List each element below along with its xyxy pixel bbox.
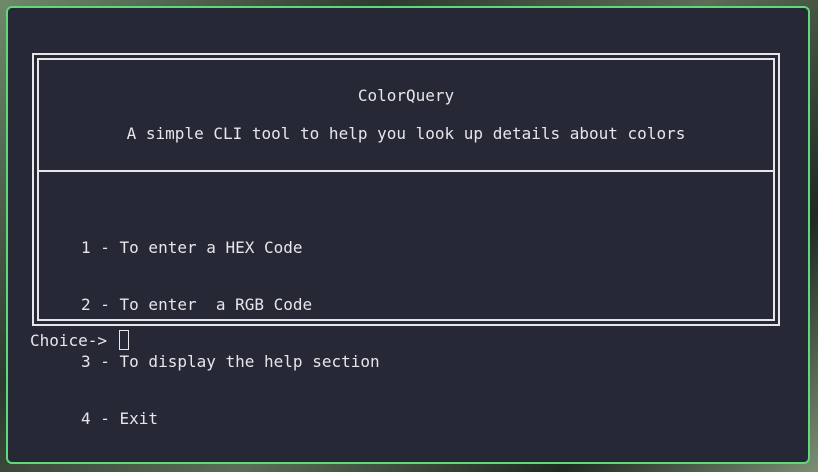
prompt-label: Choice-> <box>30 330 117 350</box>
text-cursor <box>118 330 129 350</box>
app-subtitle: A simple CLI tool to help you look up de… <box>126 124 686 143</box>
menu-box: ColorQuery A simple CLI tool to help you… <box>32 53 780 428</box>
header-divider <box>39 170 773 172</box>
menu-item-exit: 4 - Exit <box>81 409 159 428</box>
app-title: ColorQuery <box>357 86 455 105</box>
menu-item-help: 3 - To display the help section <box>81 352 380 371</box>
menu-item-hex: 1 - To enter a HEX Code <box>81 238 303 257</box>
terminal-window[interactable]: ColorQuery A simple CLI tool to help you… <box>6 6 810 464</box>
menu-item-rgb: 2 - To enter a RGB Code <box>81 295 313 314</box>
menu-box-inner: ColorQuery A simple CLI tool to help you… <box>37 58 775 428</box>
prompt-line: Choice-> <box>30 330 129 350</box>
